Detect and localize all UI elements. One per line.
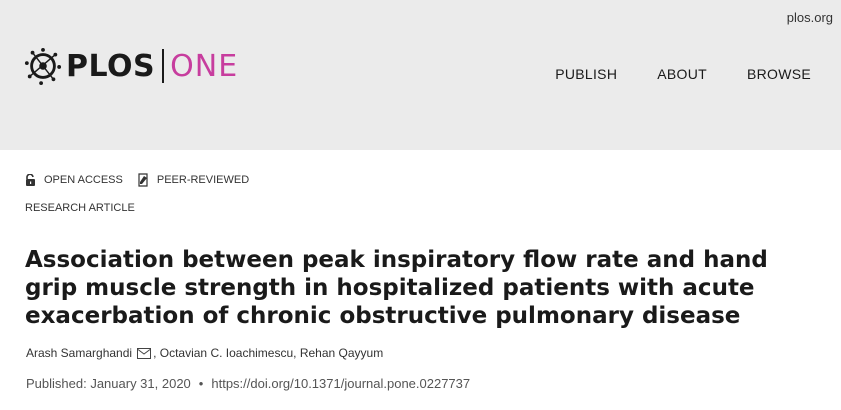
author-name[interactable]: Arash Samarghandi: [26, 346, 132, 360]
peer-reviewed-label: PEER-REVIEWED: [156, 174, 250, 186]
plos-logo-icon: [24, 47, 62, 85]
peer-reviewed-badge: PEER-REVIEWED: [137, 173, 249, 187]
plos-one-logo[interactable]: PLOS ONE: [24, 46, 238, 86]
logo-one-text: ONE: [170, 48, 239, 84]
nav-about[interactable]: ABOUT: [657, 66, 707, 82]
article-type-label: RESEARCH ARTICLE: [25, 202, 135, 214]
main-nav: PUBLISH ABOUT BROWSE: [555, 66, 811, 82]
bullet-separator: •: [198, 376, 204, 391]
plos-org-link[interactable]: plos.org: [787, 10, 833, 25]
article-title: Association between peak inspiratory flo…: [25, 247, 768, 329]
open-access-label: OPEN ACCESS: [44, 174, 123, 186]
doi-link[interactable]: https://doi.org/10.1371/journal.pone.022…: [211, 376, 470, 391]
author-name[interactable]: Rehan Qayyum: [300, 346, 383, 360]
open-access-badge: OPEN ACCESS: [25, 174, 123, 186]
article-badges: OPEN ACCESS PEER-REVIEWED: [25, 173, 263, 187]
peer-reviewed-icon: [138, 173, 148, 187]
open-lock-icon: [26, 174, 35, 186]
nav-publish[interactable]: PUBLISH: [555, 66, 617, 82]
corresponding-author-mail-icon[interactable]: [137, 347, 152, 359]
site-header: plos.org PLOS ONE PUBLISH ABOUT BROWSE: [0, 0, 841, 150]
author-name[interactable]: Octavian C. Ioachimescu: [160, 346, 293, 360]
logo-divider: [162, 49, 165, 83]
nav-browse[interactable]: BROWSE: [747, 66, 811, 82]
publication-info: Published: January 31, 2020 • https://do…: [26, 376, 470, 391]
logo-plos-text: PLOS: [66, 48, 156, 84]
published-date: Published: January 31, 2020: [26, 376, 191, 391]
author-list: Arash Samarghandi , Octavian C. Ioachime…: [26, 346, 383, 360]
